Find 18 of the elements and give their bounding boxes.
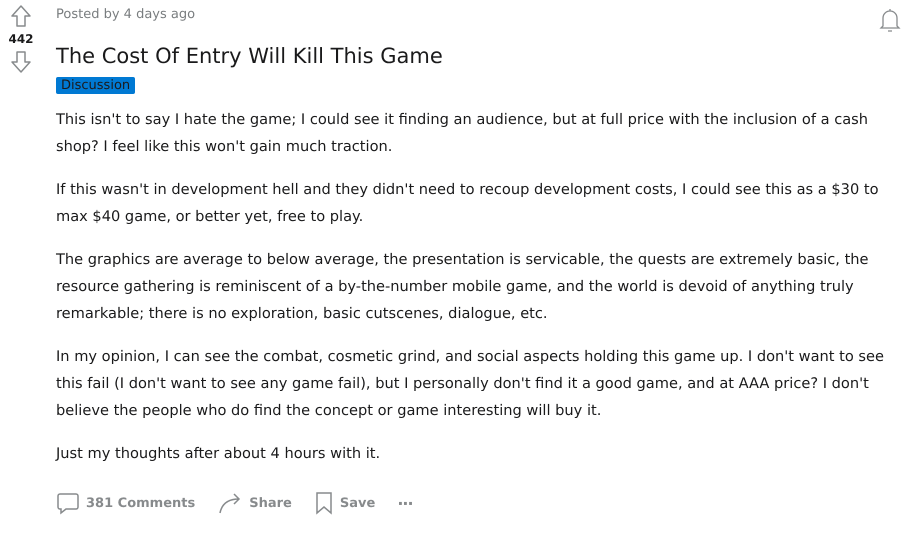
share-button[interactable]: Share	[217, 489, 292, 517]
paragraph: If this wasn't in development hell and they didn't need to recoup development costs, I could see this as a $30 to max $40 game, or better yet, free to play.	[56, 180, 880, 227]
more-button[interactable]: ···	[397, 492, 413, 514]
save-button[interactable]: Save	[314, 489, 376, 517]
upvote-icon[interactable]	[10, 4, 32, 28]
bell-icon[interactable]	[878, 6, 902, 34]
paragraph: In my opinion, I can see the combat, cosmetic grind, and social aspects holding this game up. I don't want to see this fail (I don't want to see any game fail), but I personally don't find it a good game, and at AAA price? I don't believe the people who do find the concept or game interesting will buy it.	[56, 347, 885, 421]
paragraph: This isn't to say I hate the game; I could see it finding an audience, but at full price with the inclusion of a cash shop? I feel like this won't gain much traction.	[56, 110, 870, 157]
bookmark-icon	[314, 491, 334, 515]
flair-tag[interactable]: Discussion	[56, 77, 136, 94]
paragraph: The graphics are average to below average, the presentation is servicable, the quests are extremely basic, the resource gathering is reminiscent of a by-the-number mobile game, and the world is devoid of anything truly remarkable; there is no exploration, basic cutscenes, dialogue, etc.	[56, 250, 870, 324]
paragraph: Just my thoughts after about 4 hours with it.	[56, 444, 382, 464]
post-meta: Posted by 4 days ago	[56, 7, 196, 22]
post-title: The Cost Of Entry Will Kill This Game	[56, 44, 444, 68]
downvote-icon[interactable]	[10, 50, 32, 74]
comments-button[interactable]: 381 Comments	[56, 489, 196, 517]
speech-bubble-icon	[56, 491, 80, 515]
vote-count: 442	[8, 32, 34, 46]
